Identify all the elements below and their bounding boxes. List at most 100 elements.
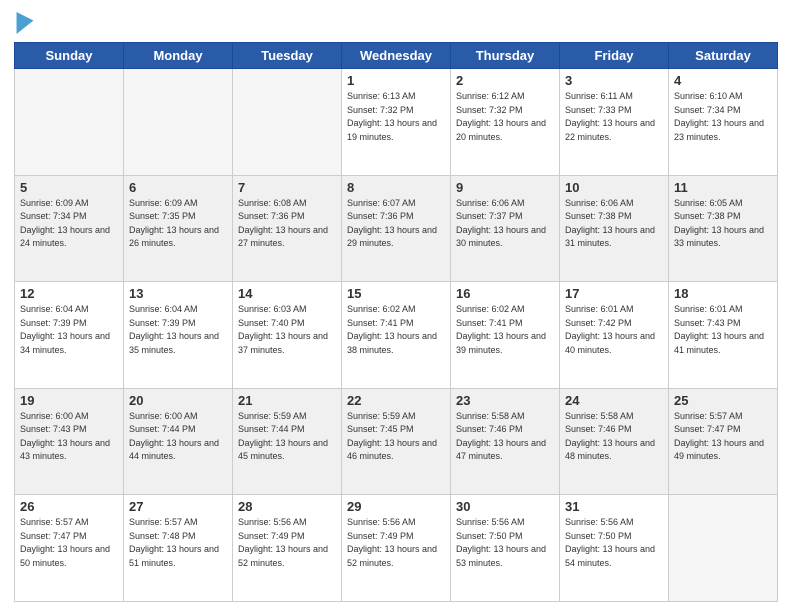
calendar-week-row: 26Sunrise: 5:57 AMSunset: 7:47 PMDayligh… [15,495,778,602]
weekday-header-monday: Monday [124,43,233,69]
day-number: 11 [674,180,772,195]
day-info: Sunrise: 6:11 AMSunset: 7:33 PMDaylight:… [565,90,663,144]
day-number: 5 [20,180,118,195]
day-number: 27 [129,499,227,514]
day-number: 16 [456,286,554,301]
day-number: 21 [238,393,336,408]
day-number: 17 [565,286,663,301]
day-number: 28 [238,499,336,514]
calendar-cell: 12 Sunrise: 6:04 AMSunset: 7:39 PMDayligh… [15,282,124,389]
logo [14,14,34,34]
calendar-cell: 22 Sunrise: 5:59 AMSunset: 7:45 PMDayligh… [342,388,451,495]
day-info: Sunrise: 6:04 AMSunset: 7:39 PMDaylight:… [20,303,118,357]
day-info: Sunrise: 5:57 AMSunset: 7:47 PMDaylight:… [20,516,118,570]
calendar-cell [124,69,233,176]
calendar-week-row: 1 Sunrise: 6:13 AMSunset: 7:32 PMDaylight… [15,69,778,176]
day-number: 22 [347,393,445,408]
calendar-cell: 11 Sunrise: 6:05 AMSunset: 7:38 PMDayligh… [669,175,778,282]
weekday-header-wednesday: Wednesday [342,43,451,69]
calendar-cell: 25 Sunrise: 5:57 AMSunset: 7:47 PMDayligh… [669,388,778,495]
calendar-cell: 6 Sunrise: 6:09 AMSunset: 7:35 PMDaylight… [124,175,233,282]
calendar-cell: 21 Sunrise: 5:59 AMSunset: 7:44 PMDayligh… [233,388,342,495]
calendar-cell: 15 Sunrise: 6:02 AMSunset: 7:41 PMDayligh… [342,282,451,389]
day-number: 24 [565,393,663,408]
day-info: Sunrise: 6:06 AMSunset: 7:38 PMDaylight:… [565,197,663,251]
day-number: 10 [565,180,663,195]
calendar-cell: 2Sunrise: 6:12 AMSunset: 7:32 PMDaylight… [451,69,560,176]
calendar-cell: 16Sunrise: 6:02 AMSunset: 7:41 PMDayligh… [451,282,560,389]
calendar-cell: 8 Sunrise: 6:07 AMSunset: 7:36 PMDaylight… [342,175,451,282]
calendar-week-row: 12 Sunrise: 6:04 AMSunset: 7:39 PMDayligh… [15,282,778,389]
calendar-cell: 30 Sunrise: 5:56 AMSunset: 7:50 PMDayligh… [451,495,560,602]
day-info: Sunrise: 6:09 AMSunset: 7:34 PMDaylight:… [20,197,118,251]
logo-icon [16,12,34,34]
day-info: Sunrise: 5:56 AMSunset: 7:50 PMDaylight:… [565,516,663,570]
calendar-cell: 13 Sunrise: 6:04 AMSunset: 7:39 PMDayligh… [124,282,233,389]
weekday-header-saturday: Saturday [669,43,778,69]
calendar-cell: 31 Sunrise: 5:56 AMSunset: 7:50 PMDayligh… [560,495,669,602]
day-number: 20 [129,393,227,408]
day-info: Sunrise: 6:00 AMSunset: 7:43 PMDaylight:… [20,410,118,464]
day-info: Sunrise: 5:59 AMSunset: 7:44 PMDaylight:… [238,410,336,464]
calendar-cell: 3 Sunrise: 6:11 AMSunset: 7:33 PMDaylight… [560,69,669,176]
calendar-cell: 14 Sunrise: 6:03 AMSunset: 7:40 PMDayligh… [233,282,342,389]
day-number: 25 [674,393,772,408]
day-info: Sunrise: 6:08 AMSunset: 7:36 PMDaylight:… [238,197,336,251]
day-info: Sunrise: 6:01 AMSunset: 7:42 PMDaylight:… [565,303,663,357]
day-info: Sunrise: 6:03 AMSunset: 7:40 PMDaylight:… [238,303,336,357]
page-header [14,10,778,34]
day-info: Sunrise: 6:01 AMSunset: 7:43 PMDaylight:… [674,303,772,357]
day-number: 3 [565,73,663,88]
day-number: 13 [129,286,227,301]
day-number: 6 [129,180,227,195]
day-number: 23 [456,393,554,408]
day-info: Sunrise: 6:02 AMSunset: 7:41 PMDaylight:… [347,303,445,357]
day-number: 12 [20,286,118,301]
calendar-page: SundayMondayTuesdayWednesdayThursdayFrid… [0,0,792,612]
day-info: Sunrise: 5:56 AMSunset: 7:49 PMDaylight:… [347,516,445,570]
day-info: Sunrise: 5:59 AMSunset: 7:45 PMDaylight:… [347,410,445,464]
day-info: Sunrise: 6:10 AMSunset: 7:34 PMDaylight:… [674,90,772,144]
day-info: Sunrise: 6:04 AMSunset: 7:39 PMDaylight:… [129,303,227,357]
weekday-header-friday: Friday [560,43,669,69]
weekday-header-thursday: Thursday [451,43,560,69]
day-info: Sunrise: 6:05 AMSunset: 7:38 PMDaylight:… [674,197,772,251]
calendar-cell: 29Sunrise: 5:56 AMSunset: 7:49 PMDayligh… [342,495,451,602]
day-number: 15 [347,286,445,301]
calendar-cell: 24Sunrise: 5:58 AMSunset: 7:46 PMDayligh… [560,388,669,495]
calendar-cell: 9Sunrise: 6:06 AMSunset: 7:37 PMDaylight… [451,175,560,282]
calendar-cell: 18Sunrise: 6:01 AMSunset: 7:43 PMDayligh… [669,282,778,389]
calendar-week-row: 5 Sunrise: 6:09 AMSunset: 7:34 PMDaylight… [15,175,778,282]
calendar-cell: 19 Sunrise: 6:00 AMSunset: 7:43 PMDayligh… [15,388,124,495]
day-info: Sunrise: 5:56 AMSunset: 7:50 PMDaylight:… [456,516,554,570]
calendar-cell: 20 Sunrise: 6:00 AMSunset: 7:44 PMDayligh… [124,388,233,495]
day-info: Sunrise: 6:07 AMSunset: 7:36 PMDaylight:… [347,197,445,251]
day-info: Sunrise: 6:09 AMSunset: 7:35 PMDaylight:… [129,197,227,251]
calendar-cell: 7 Sunrise: 6:08 AMSunset: 7:36 PMDaylight… [233,175,342,282]
calendar-cell [233,69,342,176]
day-number: 2 [456,73,554,88]
calendar-cell: 27 Sunrise: 5:57 AMSunset: 7:48 PMDayligh… [124,495,233,602]
weekday-header-tuesday: Tuesday [233,43,342,69]
calendar-cell: 28Sunrise: 5:56 AMSunset: 7:49 PMDayligh… [233,495,342,602]
day-info: Sunrise: 6:00 AMSunset: 7:44 PMDaylight:… [129,410,227,464]
calendar-cell [669,495,778,602]
day-number: 1 [347,73,445,88]
day-info: Sunrise: 6:13 AMSunset: 7:32 PMDaylight:… [347,90,445,144]
day-info: Sunrise: 5:57 AMSunset: 7:47 PMDaylight:… [674,410,772,464]
calendar-table: SundayMondayTuesdayWednesdayThursdayFrid… [14,42,778,602]
day-number: 14 [238,286,336,301]
calendar-cell: 23Sunrise: 5:58 AMSunset: 7:46 PMDayligh… [451,388,560,495]
calendar-week-row: 19 Sunrise: 6:00 AMSunset: 7:43 PMDayligh… [15,388,778,495]
weekday-header-row: SundayMondayTuesdayWednesdayThursdayFrid… [15,43,778,69]
day-info: Sunrise: 6:06 AMSunset: 7:37 PMDaylight:… [456,197,554,251]
day-number: 8 [347,180,445,195]
day-info: Sunrise: 5:57 AMSunset: 7:48 PMDaylight:… [129,516,227,570]
day-number: 7 [238,180,336,195]
calendar-cell: 10 Sunrise: 6:06 AMSunset: 7:38 PMDayligh… [560,175,669,282]
calendar-cell: 5 Sunrise: 6:09 AMSunset: 7:34 PMDaylight… [15,175,124,282]
weekday-header-sunday: Sunday [15,43,124,69]
day-number: 19 [20,393,118,408]
day-number: 31 [565,499,663,514]
day-number: 30 [456,499,554,514]
